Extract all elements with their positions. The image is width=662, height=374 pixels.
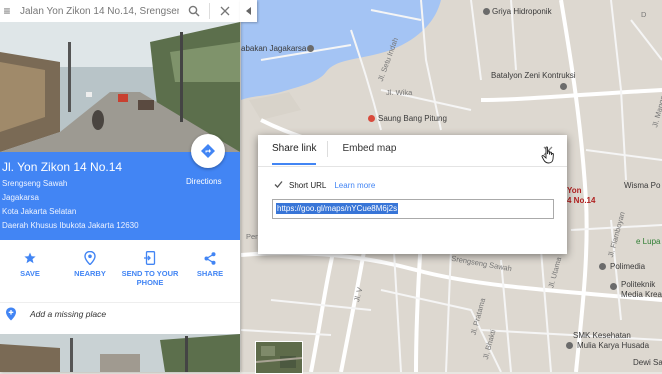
action-bar: SAVE NEARBY SEND TO YOUR PHONE SHARE: [0, 242, 240, 292]
map-label-polimedia[interactable]: Polimedia: [610, 262, 645, 271]
place-sidebar: ≡ Jalan Yon Zikon 14 No.14, Srengseng Sa…: [0, 0, 240, 372]
share-url-value: https://goo.gl/maps/nYCue8M6j2s: [276, 203, 399, 214]
street-view-photo[interactable]: [0, 22, 240, 152]
map-label-saung-bang-pitung[interactable]: Saung Bang Pitung: [378, 114, 447, 123]
search-bar: ≡ Jalan Yon Zikon 14 No.14, Srengseng Sa…: [0, 0, 240, 22]
map-label-lupa[interactable]: e Lupa: [636, 237, 660, 246]
collapse-sidebar-button[interactable]: [240, 0, 257, 22]
nearby-button[interactable]: NEARBY: [60, 242, 120, 292]
map-label-griya-hidroponik[interactable]: Griya Hidroponik: [492, 7, 552, 16]
save-button[interactable]: SAVE: [0, 242, 60, 292]
search-input[interactable]: Jalan Yon Zikon 14 No.14, Srengseng Sawa…: [14, 6, 179, 17]
directions-button[interactable]: [191, 134, 225, 168]
phone-send-icon: [144, 251, 156, 265]
add-place-icon: [6, 307, 16, 321]
school-poi-icon[interactable]: [566, 342, 573, 349]
map-label-smk-1[interactable]: SMK Kesehatan: [573, 331, 631, 340]
address-line-2: Jagakarsa: [2, 193, 39, 202]
directions-icon: [201, 144, 215, 158]
satellite-view-thumbnail[interactable]: [255, 341, 303, 374]
street-photo-thumbnail[interactable]: [0, 334, 240, 372]
tab-divider: [327, 141, 328, 157]
share-label: SHARE: [196, 269, 224, 278]
shop-poi-icon[interactable]: [483, 8, 490, 15]
map-label-smk-2[interactable]: Mulia Karya Husada: [577, 341, 649, 350]
address-line-4: Daerah Khusus Ibukota Jakarta 12630: [2, 221, 139, 230]
send-to-phone-button[interactable]: SEND TO YOUR PHONE: [120, 242, 180, 292]
menu-icon[interactable]: ≡: [0, 0, 14, 22]
school-poi-icon[interactable]: [610, 283, 617, 290]
chevron-left-icon: [245, 7, 251, 15]
map-label-politeknik-1[interactable]: Politeknik: [621, 280, 655, 289]
school-poi-icon[interactable]: [599, 263, 606, 270]
map-label-rabakan-jagakarsa[interactable]: abakan Jagakarsa: [241, 44, 306, 53]
share-dialog-tabs: Share link Embed map: [272, 143, 422, 165]
building-poi-icon[interactable]: [560, 83, 567, 90]
learn-more-link[interactable]: Learn more: [334, 181, 375, 190]
hand-cursor-icon: [541, 146, 554, 164]
send-to-phone-label-1: SEND TO YOUR: [121, 269, 179, 278]
location-pin-icon: [84, 251, 96, 265]
map-label-dewi[interactable]: Dewi Sa: [633, 358, 662, 367]
save-label: SAVE: [20, 269, 40, 278]
map-label-wisma[interactable]: Wisma Po: [624, 181, 660, 190]
map-label-yon-line2[interactable]: 4 No.14: [567, 196, 595, 205]
tab-embed-map[interactable]: Embed map: [342, 143, 396, 165]
send-to-phone-label-2: PHONE: [136, 278, 164, 287]
tab-share-link[interactable]: Share link: [272, 143, 317, 165]
dialog-header-divider: [258, 166, 567, 167]
share-button[interactable]: SHARE: [180, 242, 240, 292]
restaurant-poi-icon[interactable]: [368, 115, 375, 122]
add-missing-place-label: Add a missing place: [30, 309, 107, 319]
short-url-checkbox[interactable]: [274, 180, 283, 191]
address-line-3: Kota Jakarta Selatan: [2, 207, 77, 216]
add-missing-place-row[interactable]: Add a missing place: [0, 302, 240, 325]
directions-label[interactable]: Directions: [186, 177, 222, 186]
camera-poi-icon[interactable]: [307, 45, 314, 52]
map-label-batalyon[interactable]: Batalyon Zeni Kontruksi: [491, 71, 576, 80]
place-title: Jl. Yon Zikon 14 No.14: [2, 160, 123, 174]
address-line-1: Srengseng Sawah: [2, 179, 68, 188]
road-label-d: D: [641, 10, 647, 19]
map-label-politeknik-2[interactable]: Media Krea: [621, 290, 662, 299]
map-label-yon-line1[interactable]: Yon: [567, 186, 582, 195]
share-dialog: Share link Embed map Short URL Learn mor…: [258, 135, 567, 254]
short-url-label: Short URL: [289, 181, 327, 190]
close-icon[interactable]: [210, 0, 240, 22]
share-url-field[interactable]: https://goo.gl/maps/nYCue8M6j2s: [272, 199, 554, 219]
short-url-option: Short URL Learn more: [274, 180, 375, 191]
road-label-wika: Jl. Wika: [386, 88, 413, 97]
search-icon[interactable]: [179, 0, 209, 22]
star-icon: [24, 252, 36, 264]
share-icon: [204, 251, 216, 265]
nearby-label: NEARBY: [74, 269, 106, 278]
checkmark-icon: [274, 181, 283, 188]
place-info-panel: Jl. Yon Zikon 14 No.14 Srengseng Sawah J…: [0, 134, 240, 240]
